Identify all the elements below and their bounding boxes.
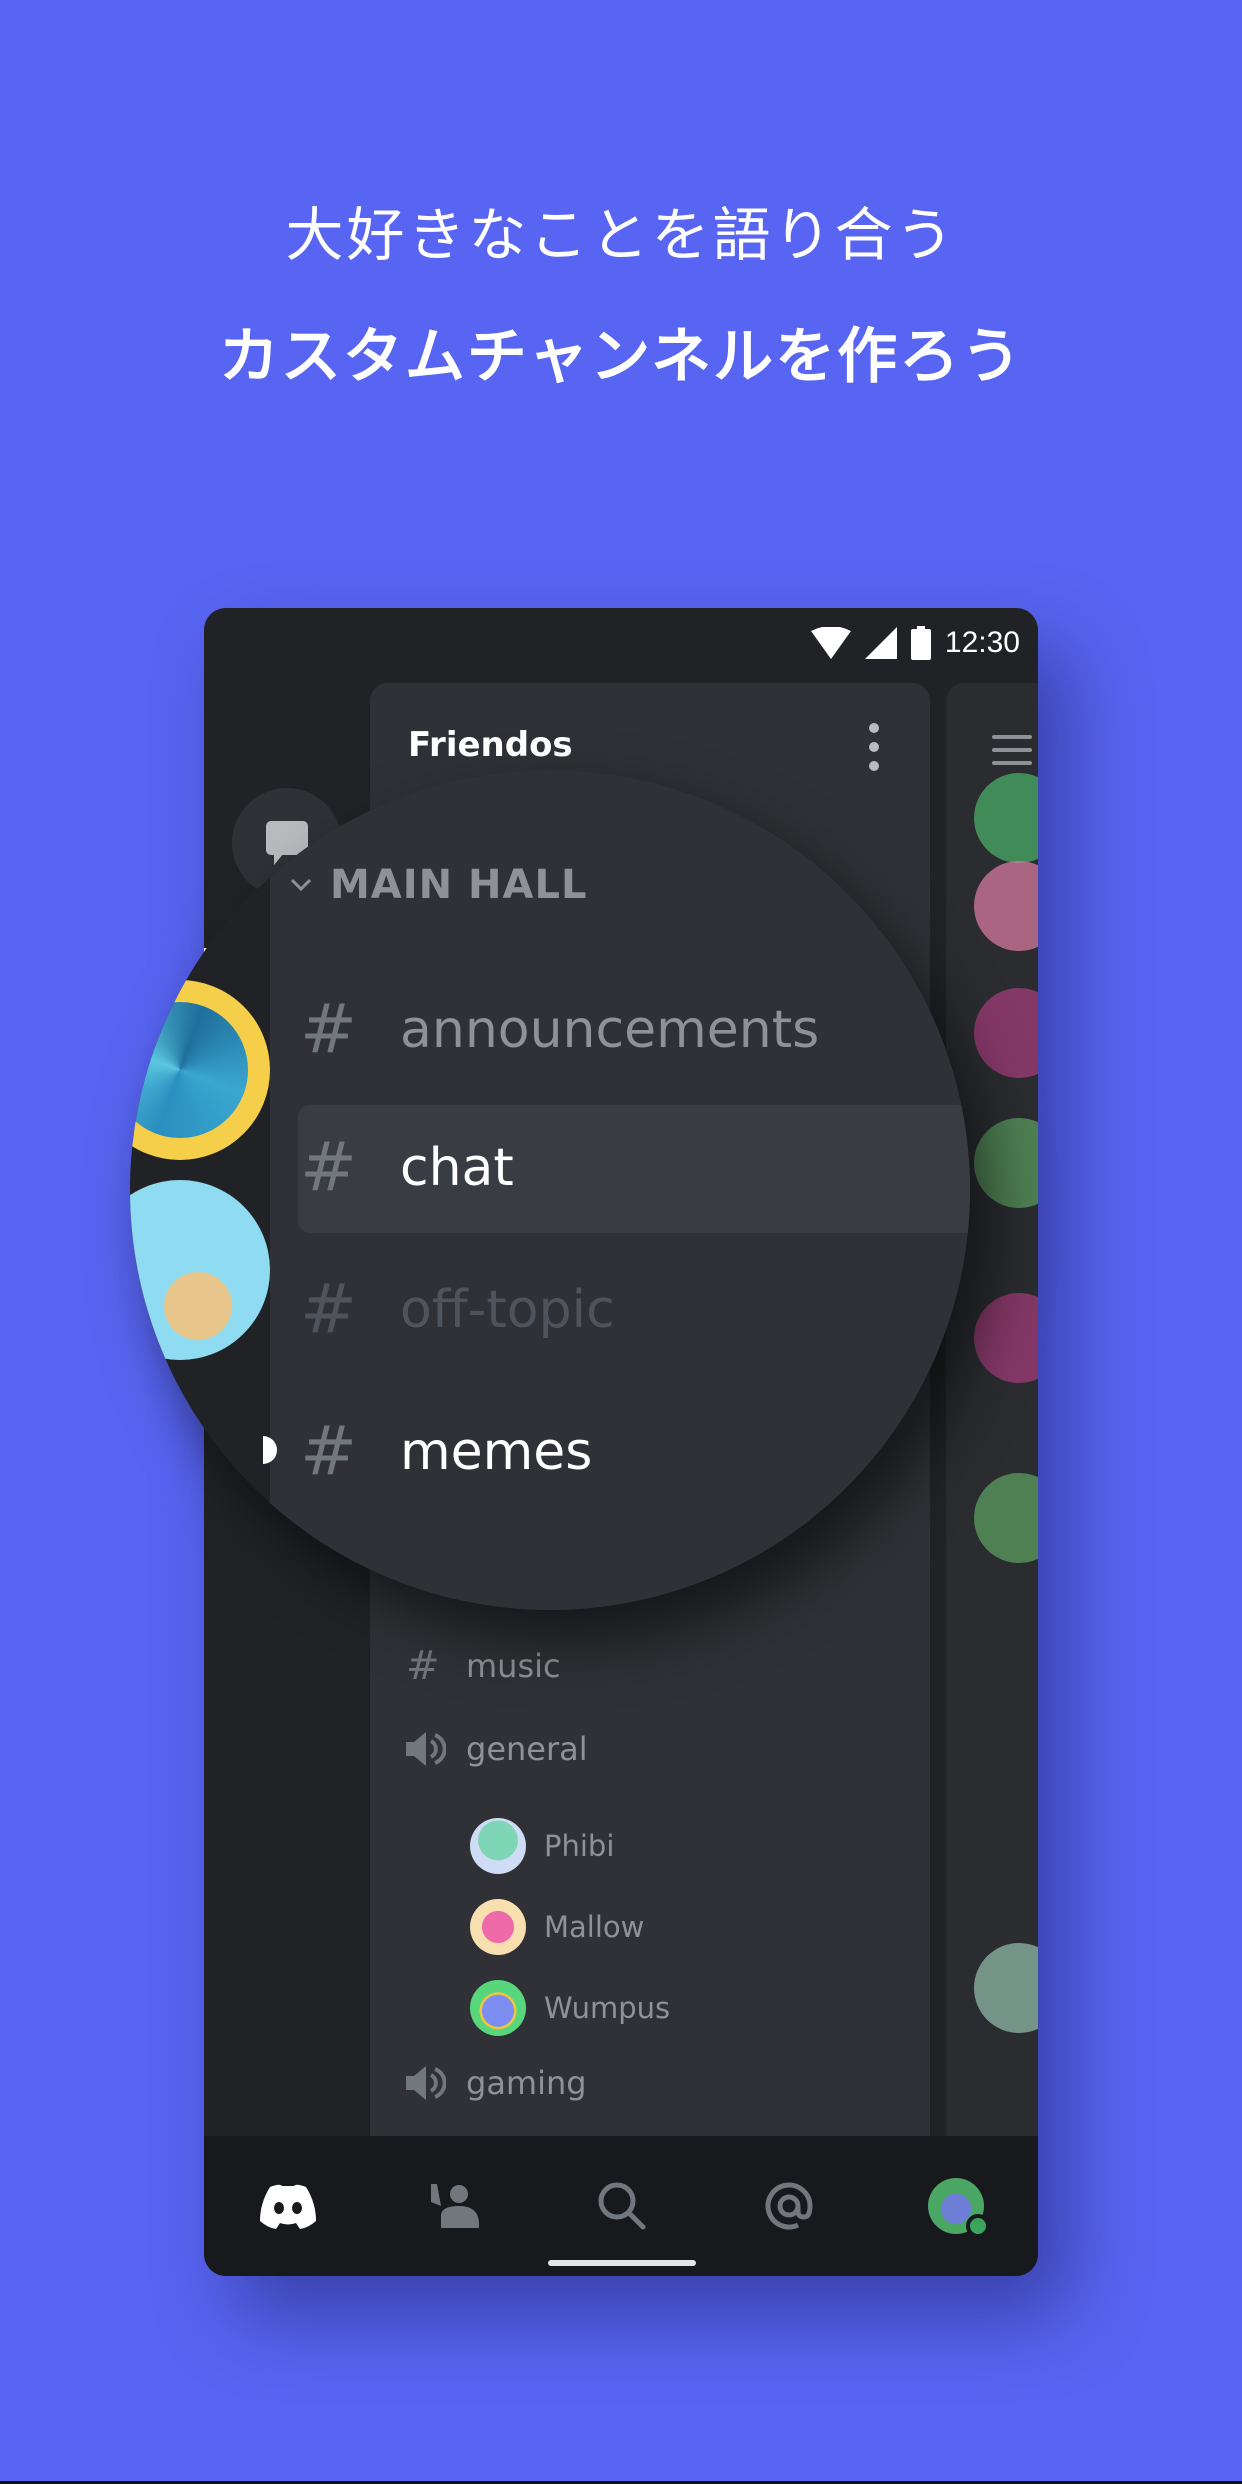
nav-mentions[interactable]	[757, 2174, 821, 2238]
hash-icon: #	[300, 1128, 357, 1207]
voice-member-phibi[interactable]: Phibi	[470, 1818, 614, 1874]
hamburger-menu-icon[interactable]	[992, 735, 1032, 765]
online-status-badge	[966, 2214, 990, 2238]
channel-name: announcements	[400, 999, 820, 1060]
channel-off-topic[interactable]: # off-topic	[300, 1270, 615, 1349]
bottom-navigation	[204, 2136, 1038, 2276]
wifi-icon	[810, 627, 851, 659]
member-avatar[interactable]	[974, 988, 1038, 1078]
member-name: Wumpus	[544, 1991, 671, 2025]
nav-search[interactable]	[590, 2174, 654, 2238]
speaker-icon	[406, 2066, 454, 2100]
hash-icon: #	[300, 990, 357, 1069]
battery-icon	[910, 626, 931, 660]
mentions-icon	[765, 2182, 813, 2230]
member-avatar[interactable]	[974, 1118, 1038, 1208]
profile-avatar	[928, 2178, 990, 2238]
server-icon-beach[interactable]	[130, 1180, 270, 1360]
status-bar: 12:30	[810, 618, 1020, 668]
avatar	[470, 1899, 526, 1955]
channel-name: gaming	[466, 2064, 587, 2102]
kebab-menu-icon[interactable]	[868, 723, 880, 771]
member-avatar[interactable]	[974, 1473, 1038, 1563]
category-main-hall[interactable]: MAIN HALL	[290, 862, 587, 908]
channel-music[interactable]: # music	[406, 1643, 561, 1689]
channel-name: memes	[400, 1421, 593, 1482]
promo-headline: 大好きなことを語り合う	[285, 201, 957, 269]
gesture-home-indicator[interactable]	[548, 2260, 696, 2266]
friends-icon	[431, 2184, 479, 2228]
hash-icon: #	[300, 1412, 357, 1491]
channel-memes[interactable]: # memes	[300, 1412, 592, 1491]
search-icon	[598, 2182, 646, 2230]
discord-home-icon	[260, 2184, 316, 2229]
status-time: 12:30	[944, 626, 1020, 659]
channel-name: music	[466, 1647, 561, 1685]
channel-name: off-topic	[400, 1279, 615, 1340]
channel-chat[interactable]: # chat	[300, 1128, 514, 1207]
nav-friends[interactable]	[423, 2174, 487, 2238]
member-avatar[interactable]	[974, 1943, 1038, 2033]
member-avatar[interactable]	[974, 861, 1038, 951]
member-name: Phibi	[544, 1829, 615, 1863]
category-name: MAIN HALL	[330, 862, 588, 908]
voice-member-wumpus[interactable]: Wumpus	[470, 1980, 670, 2036]
channel-announcements[interactable]: # announcements	[300, 990, 819, 1069]
server-icon-crystal[interactable]	[130, 980, 270, 1160]
nav-profile[interactable]	[924, 2174, 990, 2238]
magnified-channel-list: MAIN HALL # announcements # chat # off-t…	[130, 770, 970, 1610]
nav-home[interactable]	[256, 2174, 320, 2238]
voice-channel-gaming[interactable]: gaming	[406, 2064, 587, 2102]
signal-icon	[864, 627, 897, 659]
channel-name: chat	[400, 1137, 514, 1198]
hash-icon: #	[300, 1270, 357, 1349]
chevron-down-icon	[290, 878, 312, 892]
voice-member-mallow[interactable]: Mallow	[470, 1899, 644, 1955]
hash-icon: #	[406, 1643, 440, 1689]
member-avatar[interactable]	[974, 1293, 1038, 1383]
server-name: Friendos	[408, 725, 573, 765]
member-avatar[interactable]	[974, 773, 1038, 863]
member-name: Mallow	[544, 1910, 645, 1944]
promo-subheadline: カスタムチャンネルを作ろう	[218, 322, 1024, 392]
speaker-icon	[406, 1732, 454, 1766]
channel-name: general	[466, 1730, 588, 1768]
voice-channel-general[interactable]: general	[406, 1730, 588, 1768]
avatar	[470, 1818, 526, 1874]
avatar	[470, 1980, 526, 2036]
